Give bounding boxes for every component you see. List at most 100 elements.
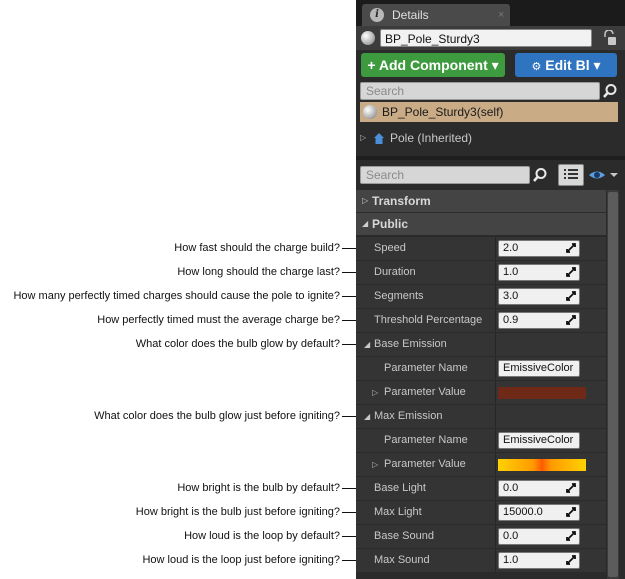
property-label: Base Sound <box>374 530 434 542</box>
drag-handle-icon[interactable] <box>566 267 576 277</box>
parameter-name-input[interactable]: EmissiveColor <box>498 360 580 377</box>
view-options-button[interactable] <box>558 164 584 186</box>
property-row-duration: Duration 1.0 <box>356 260 606 284</box>
property-label: Duration <box>374 266 416 278</box>
speed-input[interactable]: 2.0 <box>498 240 580 257</box>
collapsed-arrow-icon[interactable]: ▷ <box>372 453 378 476</box>
category-transform[interactable]: ▷ Transform <box>356 190 606 212</box>
annotation-text: What color does the bulb glow by default… <box>135 338 340 350</box>
property-label: Speed <box>374 242 406 254</box>
blueprint-name-row: BP_Pole_Sturdy3 <box>356 26 625 50</box>
duration-input[interactable]: 1.0 <box>498 264 580 281</box>
component-label: Pole (Inherited) <box>390 131 473 145</box>
property-row-max-emission[interactable]: ◢ Max Emission <box>356 404 606 428</box>
max-sound-input[interactable]: 1.0 <box>498 552 580 569</box>
annotation-text: How loud is the loop by default? <box>184 530 340 542</box>
component-label: BP_Pole_Sturdy3(self) <box>382 105 504 119</box>
scene-component-icon <box>374 133 384 144</box>
annotation-leader-line <box>342 272 356 273</box>
drag-handle-icon[interactable] <box>566 531 576 541</box>
speed-value: 2.0 <box>503 242 519 254</box>
tab-details[interactable]: i Details × <box>362 4 510 26</box>
column-divider[interactable] <box>495 477 496 500</box>
panel-splitter[interactable] <box>356 156 625 160</box>
column-divider[interactable] <box>495 333 496 356</box>
column-divider[interactable] <box>495 453 496 476</box>
lock-icon[interactable] <box>602 30 616 46</box>
component-item-self[interactable]: BP_Pole_Sturdy3(self) <box>360 102 618 122</box>
annotation-leader-line <box>342 248 356 249</box>
property-row-max-light: Max Light 15000.0 <box>356 500 606 524</box>
edit-blueprint-button[interactable]: ⚙ Edit Bl ▾ <box>515 53 617 77</box>
property-row-parameter-value[interactable]: ▷ Parameter Value <box>356 452 606 476</box>
collapsed-arrow-icon[interactable]: ▷ <box>372 381 378 404</box>
property-label: Max Light <box>374 506 422 518</box>
base-light-input[interactable]: 0.0 <box>498 480 580 497</box>
property-row-threshold-percentage: Threshold Percentage 0.9 <box>356 308 606 332</box>
scrollbar-thumb[interactable] <box>608 192 618 577</box>
expand-arrow-icon[interactable]: ▷ <box>360 128 366 148</box>
annotation-text: What color does the bulb glow just befor… <box>94 410 340 422</box>
base-sound-value: 0.0 <box>503 530 519 542</box>
component-search-input[interactable]: Search <box>360 82 600 100</box>
annotation-text: How loud is the loop just before ignitin… <box>142 554 340 566</box>
sphere-icon <box>361 31 375 45</box>
property-label: Parameter Value <box>384 386 466 398</box>
annotation-text: How bright is the bulb just before ignit… <box>135 506 340 518</box>
close-icon[interactable]: × <box>498 7 504 23</box>
property-label: Parameter Name <box>384 362 468 374</box>
column-divider[interactable] <box>495 501 496 524</box>
category-public[interactable]: ◢ Public <box>356 213 606 235</box>
column-divider[interactable] <box>495 285 496 308</box>
annotation-text: How perfectly timed must the average cha… <box>97 314 340 326</box>
annotation-leader-line <box>342 344 356 345</box>
component-item-pole[interactable]: ▷ Pole (Inherited) <box>360 128 618 148</box>
property-row-parameter-name: Parameter Name EmissiveColor <box>356 356 606 380</box>
base-light-value: 0.0 <box>503 482 519 494</box>
annotation-text: How bright is the bulb by default? <box>177 482 340 494</box>
property-row-parameter-value[interactable]: ▷ Parameter Value <box>356 380 606 404</box>
parameter-name-input[interactable]: EmissiveColor <box>498 432 580 449</box>
annotation-leader-line <box>342 296 356 297</box>
annotation-base-sound: How loud is the loop by default? <box>0 528 356 544</box>
collapsed-arrow-icon: ▷ <box>362 196 369 205</box>
column-divider[interactable] <box>495 381 496 404</box>
add-component-button[interactable]: + Add Component ▾ <box>361 53 505 77</box>
annotation-leader-line <box>342 560 356 561</box>
annotation-base-emission: What color does the bulb glow by default… <box>0 336 356 352</box>
expanded-arrow-icon[interactable]: ◢ <box>364 333 370 356</box>
property-label: Max Emission <box>374 410 443 422</box>
eye-icon[interactable] <box>588 167 620 183</box>
category-label: Public <box>372 217 409 231</box>
expanded-arrow-icon[interactable]: ◢ <box>364 405 370 428</box>
column-divider[interactable] <box>495 405 496 428</box>
base-sound-input[interactable]: 0.0 <box>498 528 580 545</box>
column-divider[interactable] <box>495 429 496 452</box>
threshold-input[interactable]: 0.9 <box>498 312 580 329</box>
annotation-max-emission: What color does the bulb glow just befor… <box>0 408 356 424</box>
details-search-input[interactable]: Search <box>360 166 530 184</box>
column-divider[interactable] <box>495 357 496 380</box>
annotation-segments: How many perfectly timed charges should … <box>0 288 356 304</box>
max-emission-color-swatch[interactable] <box>498 459 586 471</box>
drag-handle-icon[interactable] <box>566 555 576 565</box>
drag-handle-icon[interactable] <box>566 291 576 301</box>
drag-handle-icon[interactable] <box>566 483 576 493</box>
drag-handle-icon[interactable] <box>566 315 576 325</box>
property-row-base-emission[interactable]: ◢ Base Emission <box>356 332 606 356</box>
property-label: Parameter Name <box>384 434 468 446</box>
column-divider[interactable] <box>495 525 496 548</box>
base-emission-color-swatch[interactable] <box>498 387 586 399</box>
annotation-text: How long should the charge last? <box>177 266 340 278</box>
column-divider[interactable] <box>495 237 496 260</box>
search-icon[interactable] <box>602 83 618 99</box>
blueprint-name-field[interactable]: BP_Pole_Sturdy3 <box>380 29 592 47</box>
drag-handle-icon[interactable] <box>566 243 576 253</box>
search-icon[interactable] <box>532 167 548 183</box>
column-divider[interactable] <box>495 261 496 284</box>
column-divider[interactable] <box>495 309 496 332</box>
drag-handle-icon[interactable] <box>566 507 576 517</box>
max-light-input[interactable]: 15000.0 <box>498 504 580 521</box>
column-divider[interactable] <box>495 549 496 572</box>
segments-input[interactable]: 3.0 <box>498 288 580 305</box>
